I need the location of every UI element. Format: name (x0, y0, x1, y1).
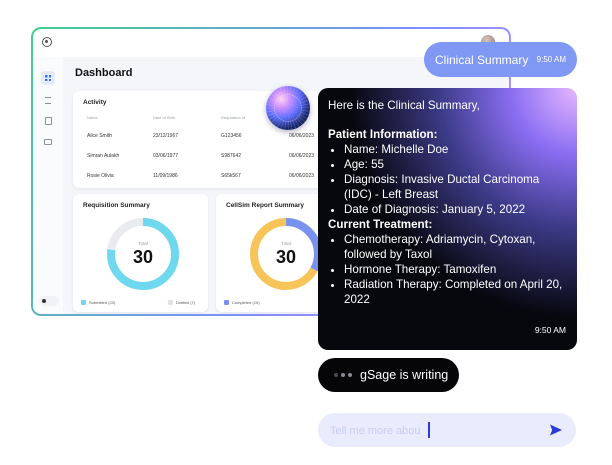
cellsim-summary-title: CellSim Report Summary (226, 202, 305, 209)
requisition-summary-card: Requisition Summary Total 30 Submitted (… (73, 194, 208, 312)
typing-dots-icon (334, 373, 352, 377)
list-item: Diagnosis: Invasive Ductal Carcinoma (ID… (344, 172, 567, 202)
table-cell: S987642 (221, 153, 242, 159)
send-icon[interactable] (549, 423, 563, 437)
legend-label: Submitted (23) (89, 300, 116, 305)
message-input[interactable] (328, 421, 532, 441)
donut-total-label: Total (281, 241, 291, 246)
table-cell: G123456 (221, 133, 242, 139)
patient-info-heading: Patient Information: (328, 128, 438, 141)
list-item: Date of Diagnosis: January 5, 2022 (344, 202, 567, 217)
legend-item: Drafted (7) (168, 300, 195, 305)
table-cell: S65k567 (221, 173, 241, 179)
table-cell: 06/06/2023 (289, 133, 315, 139)
column-header: Requisition Id (221, 115, 246, 120)
column-header: Date of Birth (153, 115, 176, 120)
table-cell: Rosie Olivia (87, 173, 114, 179)
donut-total-value: 30 (132, 247, 154, 267)
typing-indicator: gSage is writing (318, 358, 459, 392)
legend-swatch (224, 300, 229, 305)
reply-intro: Here is the Clinical Summary, (328, 99, 480, 112)
column-header: Name (87, 115, 98, 120)
page-title: Dashboard (75, 67, 133, 79)
list-item: Name: Michelle Doe (344, 142, 567, 157)
typing-indicator-label: gSage is writing (360, 368, 449, 382)
text-caret (428, 422, 430, 438)
list-item: Hormone Therapy: Tamoxifen (344, 262, 567, 277)
activity-title: Activity (83, 99, 107, 106)
sidebar-item-list[interactable] (41, 93, 55, 107)
sidebar-item-print[interactable] (41, 135, 55, 149)
requisition-summary-title: Requisition Summary (83, 202, 150, 209)
list-item: Radiation Therapy: Completed on April 20… (344, 277, 567, 307)
app-logo-icon (42, 37, 52, 47)
donut-total-value: 30 (275, 247, 297, 267)
sidebar (33, 57, 64, 314)
table-cell: 06/06/2023 (289, 153, 315, 159)
legend-label: Completed (10) (232, 300, 260, 305)
table-cell: 06/06/2023 (289, 173, 315, 179)
legend-swatch (81, 300, 86, 305)
list-item: Chemotherapy: Adriamycin, Cytoxan, follo… (344, 232, 567, 262)
table-cell: 03/06/1977 (153, 153, 179, 159)
cellsim-donut: Total 30 (248, 216, 324, 292)
assistant-orb-icon (266, 86, 310, 130)
treatment-heading: Current Treatment: (328, 218, 433, 231)
patient-info-list: Name: Michelle Doe Age: 55 Diagnosis: In… (328, 142, 567, 217)
user-message-text: Clinical Summary (435, 53, 529, 67)
list-item: Age: 55 (344, 157, 567, 172)
printer-icon (44, 139, 52, 145)
user-message-bubble: Clinical Summary 9:50 AM (424, 42, 577, 77)
theme-toggle[interactable] (39, 296, 59, 306)
treatment-list: Chemotherapy: Adriamycin, Cytoxan, follo… (328, 232, 567, 307)
legend-item: Completed (10) (224, 300, 260, 305)
message-timestamp: 9:50 AM (534, 325, 566, 335)
grid-icon (45, 75, 51, 81)
table-cell: Simran Aulakh (87, 153, 120, 159)
legend-swatch (168, 300, 173, 305)
message-timestamp: 9:50 AM (536, 55, 566, 64)
table-cell: 11/09/1986 (153, 173, 178, 179)
assistant-reply-bubble: Here is the Clinical Summary, Patient In… (318, 88, 577, 350)
sidebar-item-documents[interactable] (41, 114, 55, 128)
legend-label: Drafted (7) (176, 300, 196, 305)
requisition-donut: Total 30 (105, 216, 181, 292)
donut-total-label: Total (138, 241, 148, 246)
table-cell: 23/12/1967 (153, 133, 179, 139)
sidebar-item-dashboard[interactable] (41, 71, 55, 85)
table-cell: Alice Smith (87, 133, 113, 139)
legend-item: Submitted (23) (81, 300, 115, 305)
list-icon (45, 96, 51, 104)
message-composer (318, 413, 576, 447)
document-icon (44, 117, 52, 125)
